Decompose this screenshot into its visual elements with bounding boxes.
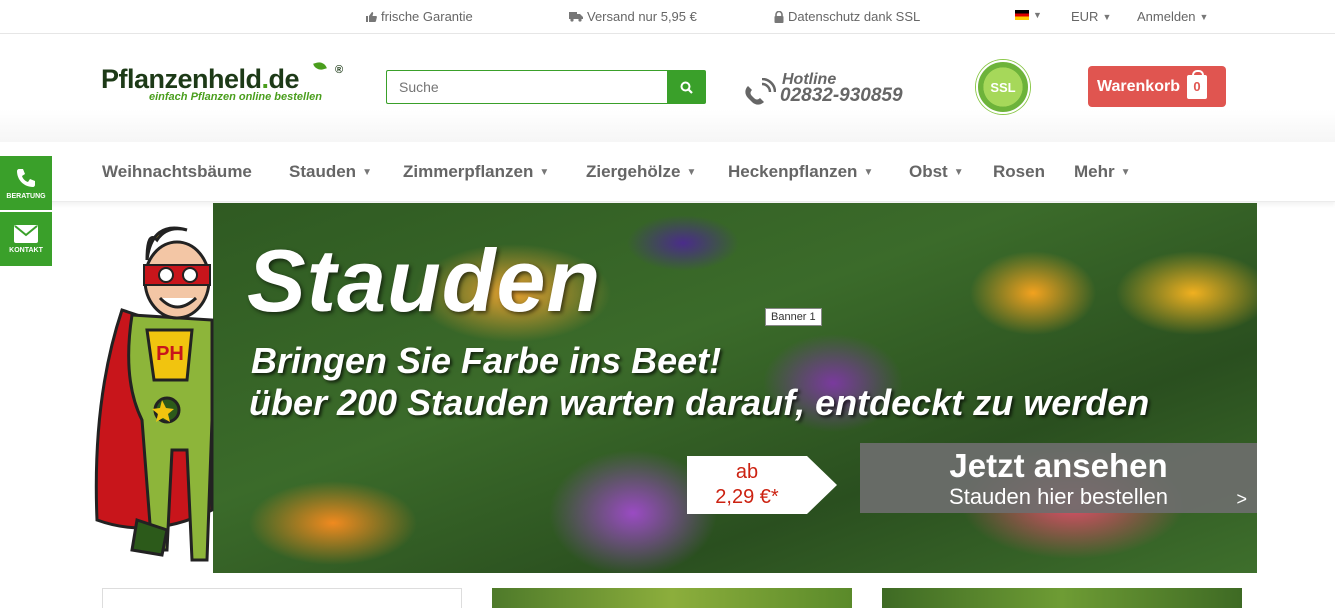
banner-tooltip: Banner 1 (765, 308, 822, 326)
privacy-info: Datenschutz dank SSL (774, 9, 920, 24)
chevron-down-icon: ▼ (539, 166, 550, 178)
cart-count: 0 (1193, 79, 1201, 94)
truck-icon (569, 12, 583, 22)
top-bar: frische Garantie Versand nur 5,95 € Date… (0, 0, 1335, 34)
cart-button[interactable]: Warenkorb 0 (1088, 66, 1226, 107)
cta-subtitle: Stauden hier bestellen (949, 484, 1168, 509)
envelope-icon (14, 224, 38, 243)
product-card[interactable] (882, 588, 1242, 608)
chevron-down-icon: ▼ (953, 166, 964, 178)
chevron-right-icon: > (1236, 489, 1247, 509)
search-form (386, 70, 706, 104)
chevron-down-icon: ▼ (362, 166, 372, 178)
consult-label: BERATUNG (6, 192, 46, 200)
guarantee-info: frische Garantie (365, 9, 473, 24)
logo-tagline: einfach Pflanzen online bestellen (149, 91, 322, 103)
nav-item-weihnachtsbaeume[interactable]: Weihnachtsbäume (102, 162, 252, 182)
login-menu[interactable]: Anmelden ▼ (1137, 9, 1208, 24)
product-card[interactable] (492, 588, 852, 608)
registered-mark: ® (335, 64, 344, 76)
currency-selector[interactable]: EUR ▼ (1071, 9, 1111, 24)
search-icon (680, 81, 693, 94)
chevron-down-icon: ▼ (863, 166, 874, 178)
banner-headline: Bringen Sie Farbe ins Beet! (251, 340, 722, 381)
language-selector[interactable]: ▼ (1015, 10, 1042, 20)
shipping-info: Versand nur 5,95 € (569, 9, 697, 24)
cta-button[interactable]: Jetzt ansehen Stauden hier bestellen > (860, 443, 1257, 513)
nav-item-mehr[interactable]: Mehr ▼ (1074, 162, 1131, 182)
ssl-badge-text: SSL (990, 79, 1016, 95)
currency-label: EUR (1071, 9, 1099, 24)
leaf-icon (313, 60, 327, 72)
search-button[interactable] (667, 70, 706, 104)
banner-title: Stauden (247, 231, 602, 330)
contact-label: KONTAKT (9, 246, 43, 254)
nav-item-zimmerpflanzen[interactable]: Zimmerpflanzen ▼ (403, 162, 549, 182)
cta-title: Jetzt ansehen (949, 447, 1168, 484)
lock-icon (774, 10, 784, 23)
cart-label: Warenkorb (1097, 77, 1180, 95)
chevron-down-icon: ▼ (686, 166, 697, 178)
chevron-down-icon: ▼ (1199, 11, 1209, 22)
mascot-illustration: PH (94, 226, 214, 562)
product-card[interactable] (102, 588, 462, 608)
privacy-text: Datenschutz dank SSL (788, 9, 921, 24)
nav-item-ziergehoelze[interactable]: Ziergehölze ▼ (586, 162, 696, 182)
consult-button[interactable]: BERATUNG (0, 156, 52, 210)
nav-item-stauden[interactable]: Stauden ▼ (289, 162, 372, 182)
caret-down-icon: ▼ (1120, 166, 1131, 178)
nav-item-heckenpflanzen[interactable]: Heckenpflanzen ▼ (728, 162, 873, 182)
thumbs-up-icon (366, 11, 377, 22)
hero-banner[interactable]: Stauden Bringen Sie Farbe ins Beet! über… (213, 203, 1257, 573)
banner-subline: über 200 Stauden warten darauf, entdeckt… (249, 382, 1150, 423)
main-nav: Weihnachtsbäume Stauden ▼ Zimmerpflanzen ▼… (0, 142, 1335, 202)
chevron-down-icon: ▼ (1033, 10, 1042, 20)
logo-wordmark: Pflanzenheld.de (101, 64, 300, 94)
price-tag: ab 2,29 €* (687, 456, 837, 514)
price-prefix: ab (735, 461, 759, 483)
shopping-bag-icon: 0 (1186, 69, 1207, 99)
price-value: 2,29 €* (715, 486, 779, 508)
phone-icon (745, 78, 776, 105)
nav-item-obst[interactable]: Obst ▼ (909, 162, 964, 182)
phone-icon (17, 168, 35, 187)
ssl-badge: SSL (976, 60, 1030, 114)
hotline-number[interactable]: 02832-930859 (780, 86, 903, 106)
guarantee-text: frische Garantie (381, 9, 473, 24)
search-input[interactable] (386, 70, 667, 104)
svg-text:PH: PH (156, 343, 184, 365)
nav-item-rosen[interactable]: Rosen (993, 162, 1045, 182)
shipping-text: Versand nur 5,95 € (587, 9, 697, 24)
site-logo[interactable]: Pflanzenheld.de ® einfach Pflanzen onlin… (101, 60, 343, 103)
chevron-down-icon: ▼ (1102, 11, 1112, 22)
german-flag-icon (1015, 10, 1029, 20)
contact-button[interactable]: KONTAKT (0, 212, 52, 266)
login-label: Anmelden (1137, 9, 1196, 24)
